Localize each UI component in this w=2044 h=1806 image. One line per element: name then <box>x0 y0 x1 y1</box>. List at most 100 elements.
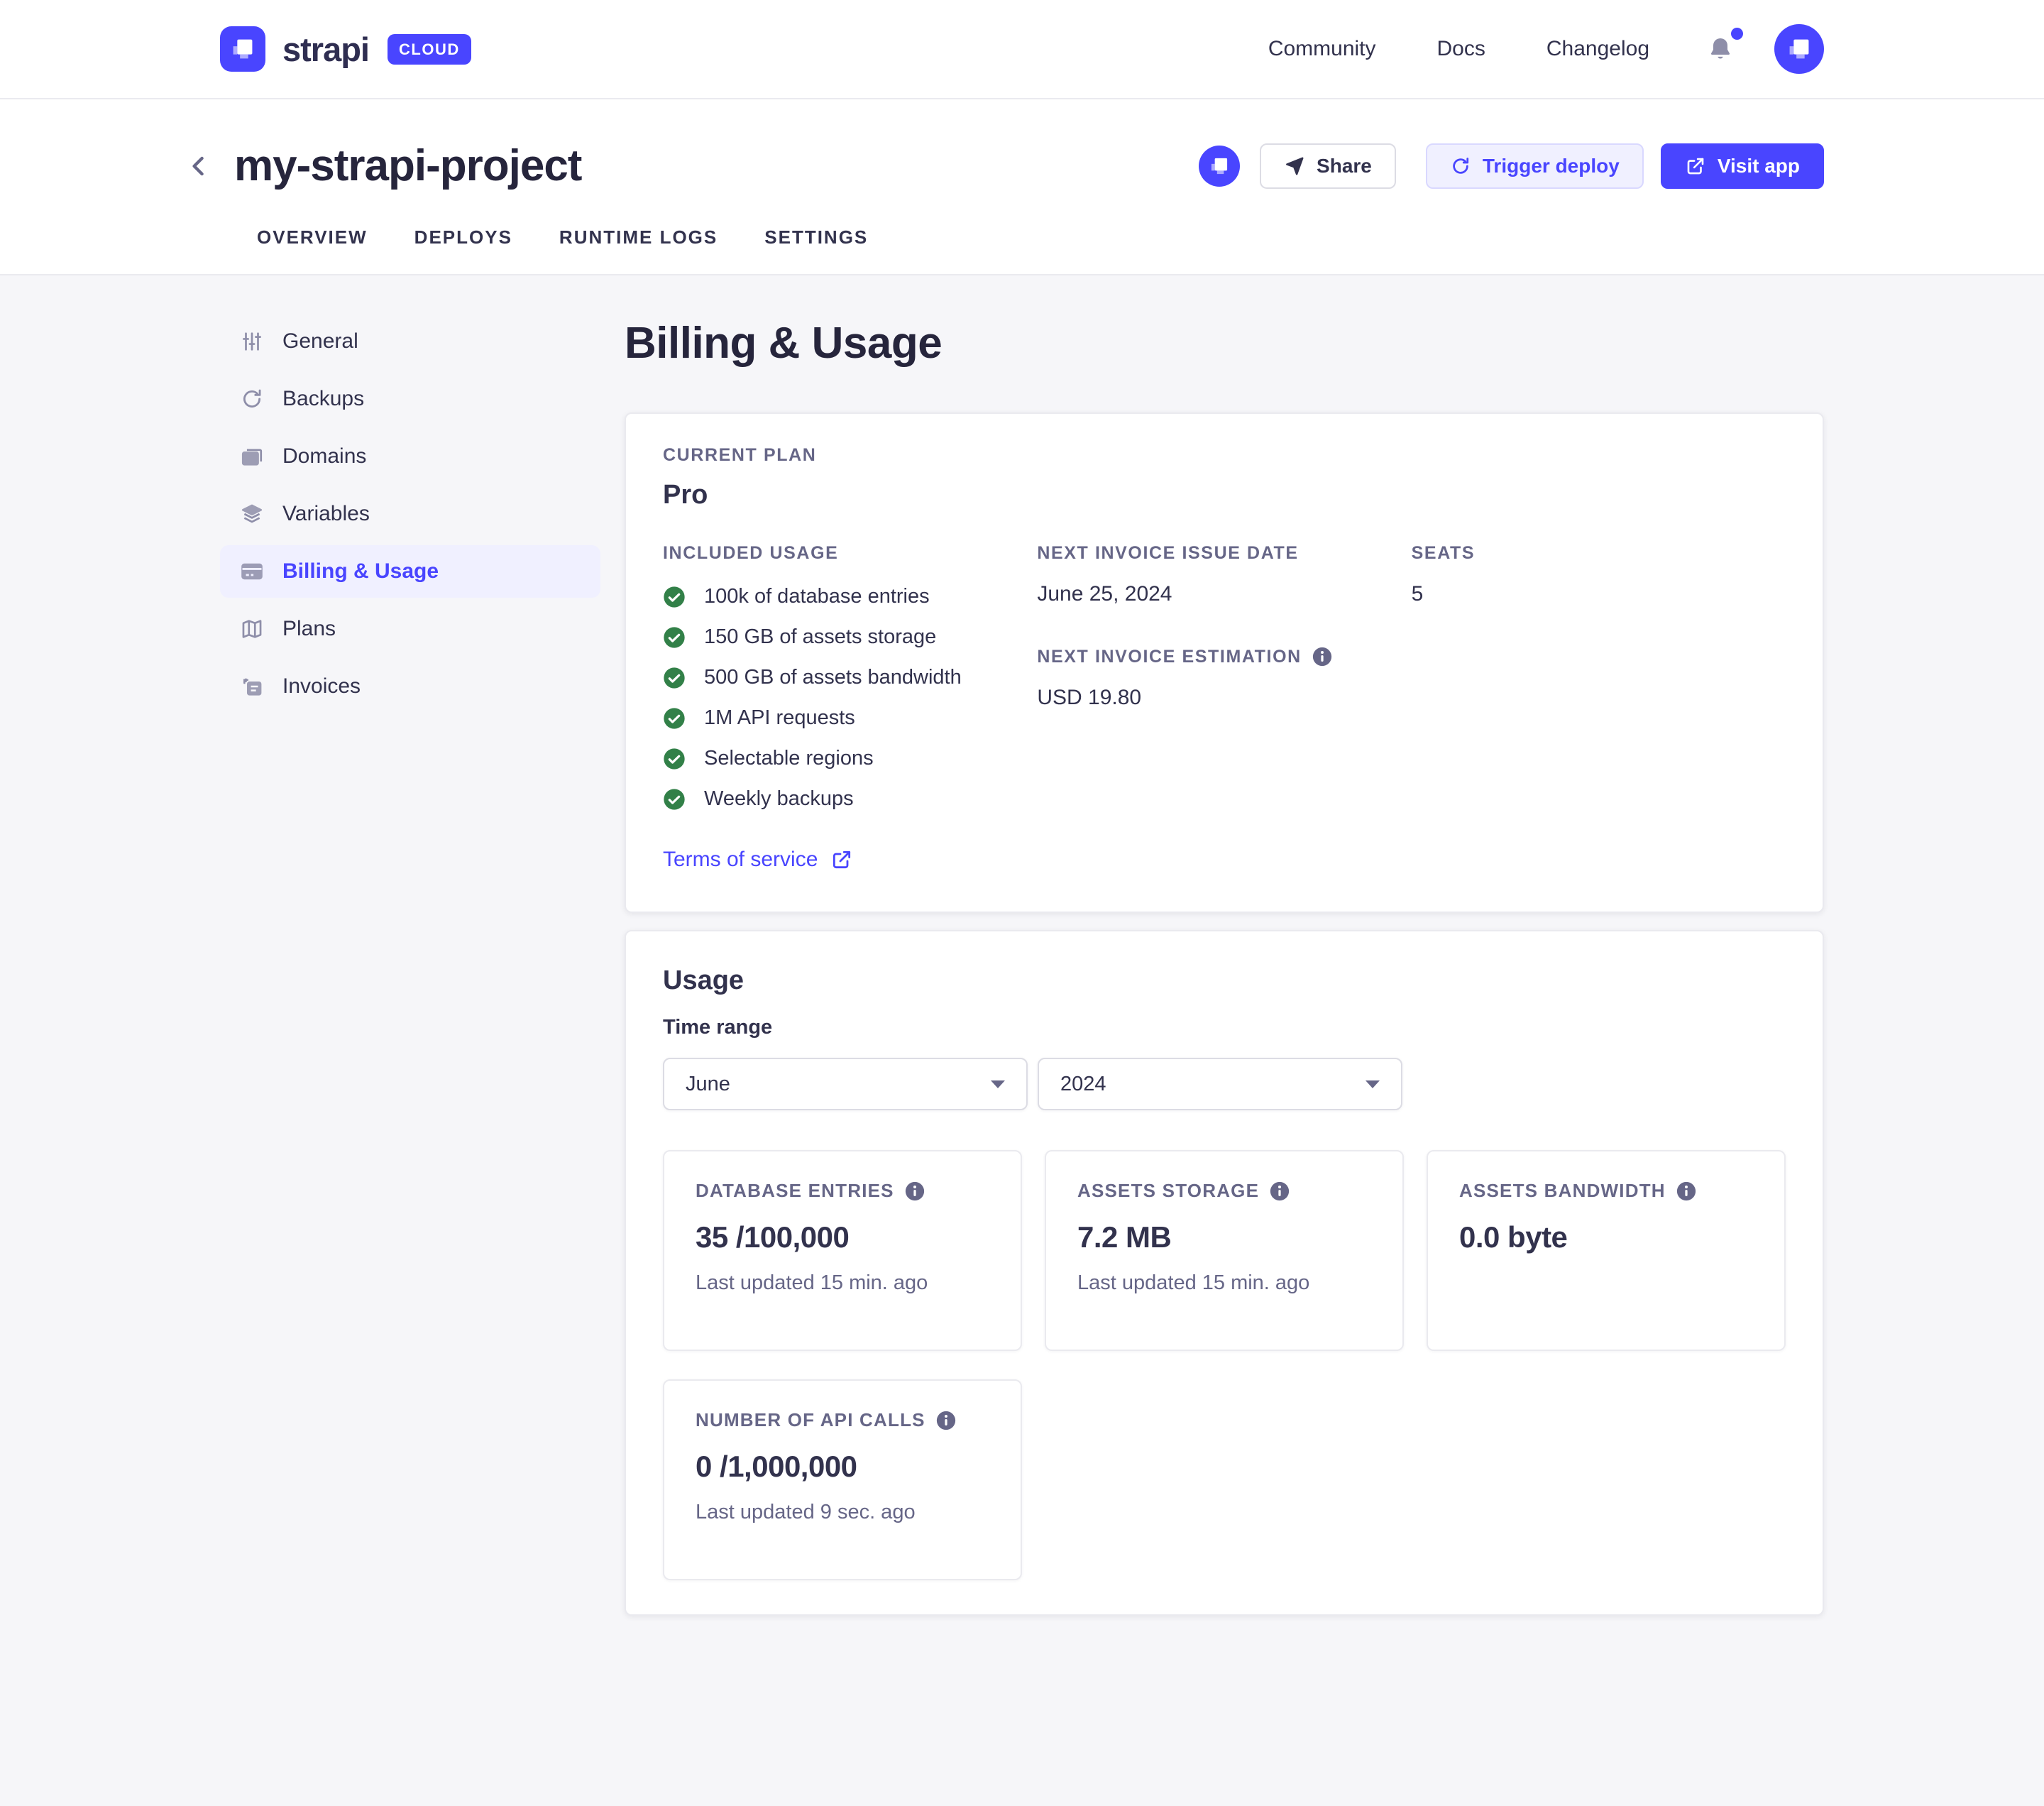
stat-updated: Last updated 15 min. ago <box>696 1271 989 1295</box>
share-button[interactable]: Share <box>1260 143 1396 189</box>
user-avatar[interactable] <box>1774 24 1824 74</box>
nav-link-community[interactable]: Community <box>1268 37 1376 61</box>
check-circle-icon <box>663 586 686 608</box>
current-plan-card: CURRENT PLAN Pro INCLUDED USAGE 100k of … <box>625 412 1824 913</box>
refresh-icon <box>1450 155 1471 177</box>
info-icon[interactable] <box>935 1410 957 1431</box>
sliders-icon <box>240 329 264 354</box>
stat-value: 0 /1,000,000 <box>696 1450 989 1484</box>
sidebar-item-general[interactable]: General <box>220 315 600 368</box>
check-circle-icon <box>663 788 686 811</box>
time-range-selects: June 2024 <box>663 1058 1786 1110</box>
sidebar-item-domains[interactable]: Domains <box>220 430 600 483</box>
strapi-logo-icon <box>220 26 265 72</box>
stat-updated: Last updated 15 min. ago <box>1077 1271 1371 1295</box>
list-item: Weekly backups <box>663 787 1037 811</box>
check-circle-icon <box>663 748 686 770</box>
current-plan-label: CURRENT PLAN <box>663 445 1786 466</box>
usage-card: Usage Time range June 2024 <box>625 930 1824 1616</box>
list-item: Selectable regions <box>663 747 1037 770</box>
project-tabs: OVERVIEW DEPLOYS RUNTIME LOGS SETTINGS <box>220 191 1824 274</box>
back-button[interactable] <box>183 150 214 182</box>
refresh-icon <box>240 387 264 411</box>
time-range-label: Time range <box>663 1016 1786 1039</box>
sidebar-item-variables[interactable]: Variables <box>220 488 600 540</box>
header-actions: Share Trigger deploy Visit app <box>1199 143 1824 189</box>
credit-card-icon <box>240 559 264 584</box>
tab-overview[interactable]: OVERVIEW <box>257 226 368 248</box>
page: strapi CLOUD Community Docs Changelog <box>0 0 2044 1806</box>
stat-value: 35 /100,000 <box>696 1220 989 1254</box>
stat-value: 0.0 byte <box>1459 1220 1753 1254</box>
sidebar-item-billing-usage[interactable]: Billing & Usage <box>220 545 600 598</box>
navbar-links: Community Docs Changelog <box>1207 24 1824 74</box>
list-item: 500 GB of assets bandwidth <box>663 666 1037 689</box>
settings-sidebar: General Backups Domains Variables Billin… <box>220 315 600 1658</box>
check-circle-icon <box>663 707 686 730</box>
external-link-icon <box>830 848 853 871</box>
info-icon[interactable] <box>1269 1181 1290 1202</box>
layers-icon <box>240 502 264 526</box>
seats-label: SEATS <box>1412 543 1786 564</box>
info-icon[interactable] <box>1676 1181 1697 1202</box>
invoice-estimation-value: USD 19.80 <box>1037 686 1411 710</box>
usage-stats-grid: DATABASE ENTRIES 35 /100,000 Last update… <box>663 1150 1786 1580</box>
check-circle-icon <box>663 667 686 689</box>
terms-of-service-link[interactable]: Terms of service <box>663 848 853 872</box>
invoice-date-value: June 25, 2024 <box>1037 582 1411 606</box>
invoice-date-label: NEXT INVOICE ISSUE DATE <box>1037 543 1411 564</box>
main-column: Billing & Usage CURRENT PLAN Pro INCLUDE… <box>625 315 1824 1658</box>
trigger-deploy-button[interactable]: Trigger deploy <box>1426 143 1644 189</box>
seats-column: SEATS 5 <box>1412 543 1786 606</box>
notification-dot <box>1731 28 1743 40</box>
info-icon[interactable] <box>1312 646 1333 667</box>
cloud-badge: CLOUD <box>388 34 471 65</box>
stat-card-assets-bandwidth: ASSETS BANDWIDTH 0.0 byte <box>1427 1150 1786 1351</box>
nav-link-docs[interactable]: Docs <box>1437 37 1485 61</box>
strapi-avatar-icon <box>1783 33 1815 65</box>
tab-settings[interactable]: SETTINGS <box>764 226 868 248</box>
strapi-avatar-icon <box>1206 153 1233 180</box>
included-usage-label: INCLUDED USAGE <box>663 543 1037 564</box>
invoice-estimation-label: NEXT INVOICE ESTIMATION <box>1037 647 1301 667</box>
content: General Backups Domains Variables Billin… <box>0 275 2044 1658</box>
plan-name: Pro <box>663 480 1786 510</box>
usage-title: Usage <box>663 965 1786 996</box>
sidebar-item-invoices[interactable]: Invoices <box>220 660 600 713</box>
visit-app-button[interactable]: Visit app <box>1661 143 1824 189</box>
list-item: 150 GB of assets storage <box>663 625 1037 649</box>
stacked-cards-icon <box>240 444 264 469</box>
notifications-button[interactable] <box>1706 35 1735 63</box>
map-icon <box>240 617 264 641</box>
stat-updated: Last updated 9 sec. ago <box>696 1501 989 1524</box>
stat-value: 7.2 MB <box>1077 1220 1371 1254</box>
chevron-left-icon <box>183 150 214 182</box>
top-navbar: strapi CLOUD Community Docs Changelog <box>0 0 2044 99</box>
project-header: my-strapi-project Share Trigger deploy <box>0 99 2044 275</box>
sidebar-item-backups[interactable]: Backups <box>220 373 600 425</box>
nav-link-changelog[interactable]: Changelog <box>1546 37 1649 61</box>
tab-deploys[interactable]: DEPLOYS <box>414 226 512 248</box>
stat-card-database-entries: DATABASE ENTRIES 35 /100,000 Last update… <box>663 1150 1022 1351</box>
brand-name: strapi <box>282 30 369 69</box>
brand[interactable]: strapi CLOUD <box>220 26 471 72</box>
list-item: 100k of database entries <box>663 585 1037 608</box>
project-title: my-strapi-project <box>234 141 581 191</box>
included-usage-column: INCLUDED USAGE 100k of database entries … <box>663 543 1037 872</box>
stat-card-assets-storage: ASSETS STORAGE 7.2 MB Last updated 15 mi… <box>1045 1150 1404 1351</box>
tab-runtime-logs[interactable]: RUNTIME LOGS <box>559 226 718 248</box>
bell-icon <box>1706 35 1735 63</box>
check-circle-icon <box>663 626 686 649</box>
send-icon <box>1284 155 1305 177</box>
list-item: 1M API requests <box>663 706 1037 730</box>
month-select[interactable]: June <box>663 1058 1028 1110</box>
seats-value: 5 <box>1412 582 1786 606</box>
invoice-column: NEXT INVOICE ISSUE DATE June 25, 2024 NE… <box>1037 543 1411 710</box>
project-avatar <box>1199 146 1240 187</box>
year-select[interactable]: 2024 <box>1038 1058 1402 1110</box>
receipt-icon <box>240 674 264 699</box>
sidebar-item-plans[interactable]: Plans <box>220 603 600 655</box>
external-link-icon <box>1685 155 1706 177</box>
page-title: Billing & Usage <box>625 318 1824 368</box>
info-icon[interactable] <box>904 1181 925 1202</box>
